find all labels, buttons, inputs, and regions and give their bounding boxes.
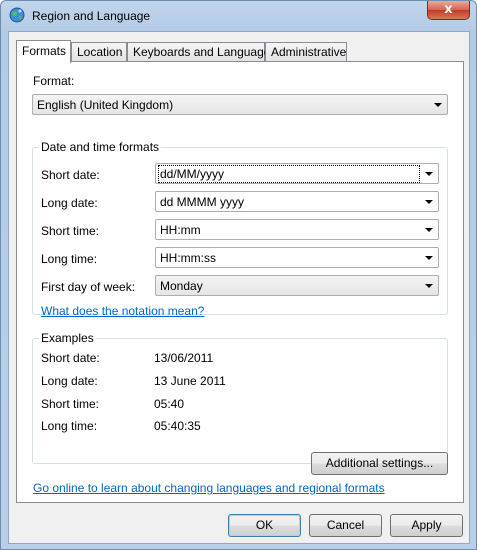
dialog-client-area: Formats Location Keyboards and Languages… (8, 31, 470, 544)
chevron-down-icon (425, 284, 433, 288)
short-time-value: HH:mm (160, 223, 201, 237)
globe-icon (9, 7, 25, 23)
apply-button[interactable]: Apply (390, 514, 463, 537)
example-short-date-label: Short date: (41, 351, 100, 365)
close-icon: x (444, 2, 453, 17)
long-date-combo[interactable]: dd MMMM yyyy (155, 191, 439, 212)
cancel-button[interactable]: Cancel (309, 514, 382, 537)
example-short-date-value: 13/06/2011 (154, 351, 214, 365)
short-date-label: Short date: (41, 168, 100, 182)
tab-keyboards-and-languages[interactable]: Keyboards and Languages (127, 42, 276, 62)
example-long-date-value: 13 June 2011 (154, 374, 226, 388)
window-title: Region and Language (32, 9, 151, 23)
chevron-down-icon (425, 256, 433, 260)
group-title-examples: Examples (39, 331, 96, 345)
long-time-label: Long time: (41, 252, 98, 266)
chevron-down-icon (425, 200, 433, 204)
format-label: Format: (33, 74, 75, 88)
short-date-combo[interactable]: dd/MM/yyyy (155, 163, 439, 184)
example-long-time-label: Long time: (41, 419, 98, 433)
tab-formats[interactable]: Formats (16, 40, 71, 63)
short-time-combo[interactable]: HH:mm (155, 219, 439, 240)
close-button[interactable]: x (427, 1, 470, 20)
tab-location[interactable]: Location (71, 42, 127, 62)
group-title-date-time: Date and time formats (39, 140, 162, 154)
example-short-time-label: Short time: (41, 397, 100, 411)
first-day-label: First day of week: (41, 280, 136, 294)
notation-help-link[interactable]: What does the notation mean? (41, 304, 204, 318)
region-language-window: Region and Language x Formats Location K… (0, 0, 477, 550)
long-time-combo[interactable]: HH:mm:ss (155, 247, 439, 268)
chevron-down-icon (434, 103, 442, 107)
title-bar: Region and Language x (1, 1, 476, 31)
short-time-label: Short time: (41, 224, 100, 238)
tab-administrative[interactable]: Administrative (265, 42, 347, 62)
format-select[interactable]: English (United Kingdom) (32, 94, 448, 115)
first-day-value: Monday (160, 279, 203, 293)
online-help-link[interactable]: Go online to learn about changing langua… (33, 481, 385, 495)
example-short-time-value: 05:40 (154, 397, 185, 411)
additional-settings-button[interactable]: Additional settings... (311, 452, 448, 475)
ok-button[interactable]: OK (228, 514, 301, 537)
first-day-select[interactable]: Monday (155, 275, 439, 296)
example-long-time-value: 05:40:35 (154, 419, 201, 433)
format-value: English (United Kingdom) (37, 98, 174, 112)
short-date-value: dd/MM/yyyy (158, 165, 420, 183)
long-date-label: Long date: (41, 196, 98, 210)
long-date-value: dd MMMM yyyy (160, 195, 244, 209)
chevron-down-icon (425, 172, 433, 176)
formats-tab-panel: Format: English (United Kingdom) Date an… (16, 61, 464, 503)
chevron-down-icon (425, 228, 433, 232)
example-long-date-label: Long date: (41, 374, 98, 388)
long-time-value: HH:mm:ss (160, 251, 216, 265)
